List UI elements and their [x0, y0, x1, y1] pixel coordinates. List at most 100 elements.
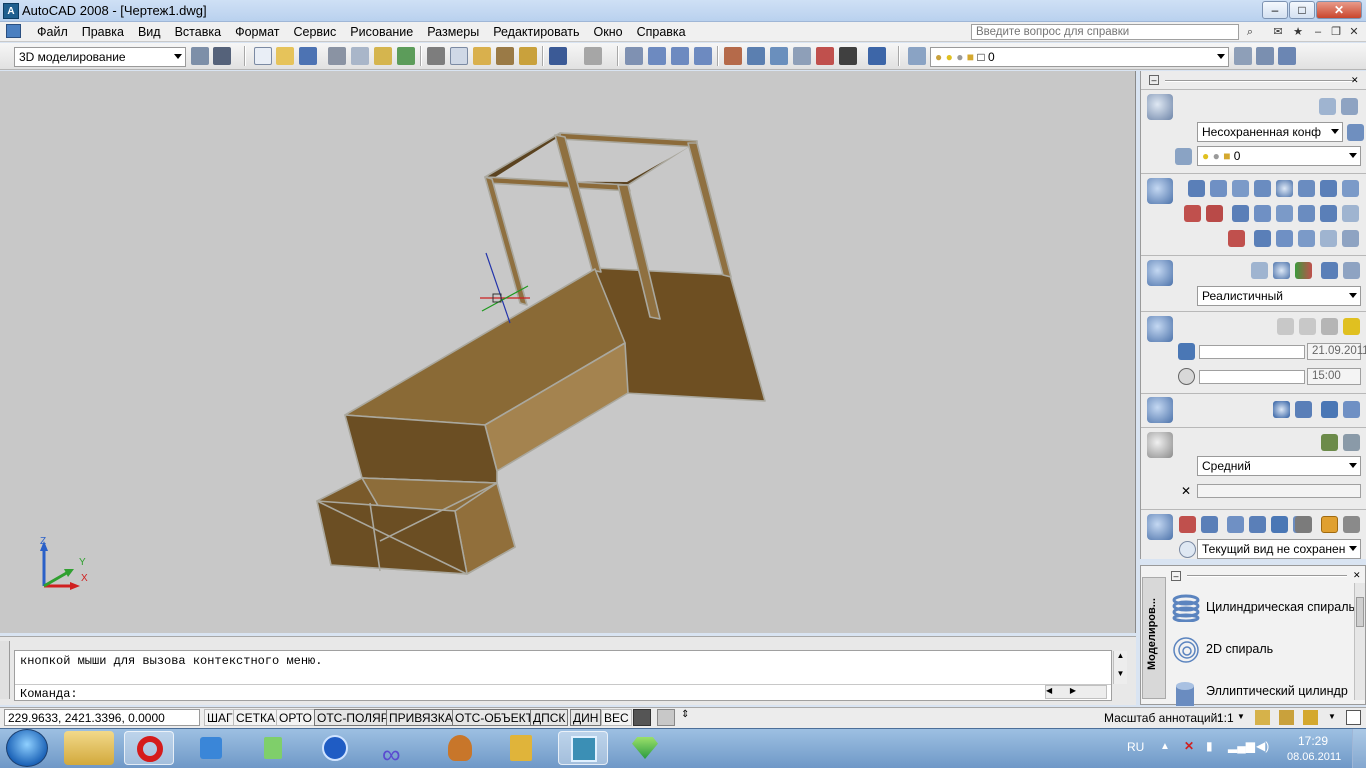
- layer-isolate-icon[interactable]: [1278, 47, 1296, 65]
- workspace-save-icon[interactable]: [213, 47, 231, 65]
- coordinates-display[interactable]: 229.9633, 2421.3396, 0.0000: [4, 709, 200, 726]
- open-file-icon[interactable]: [276, 47, 294, 65]
- tool-elliptic-cylinder[interactable]: Эллиптический цилиндр: [1170, 676, 1350, 706]
- 3d-dwf-icon[interactable]: [397, 47, 415, 65]
- presspull-icon[interactable]: [1254, 205, 1271, 222]
- layer-previous-icon[interactable]: [1256, 47, 1274, 65]
- zoom-3d-icon[interactable]: [1201, 516, 1218, 533]
- menu-draw[interactable]: Рисование: [343, 22, 420, 42]
- doc-minimize-button[interactable]: –: [1310, 24, 1326, 40]
- toolbar-lock-icon[interactable]: [1303, 710, 1318, 725]
- perspective-projection-icon[interactable]: [1343, 516, 1360, 533]
- command-hscrollbar[interactable]: ◀ ▶: [1045, 685, 1107, 699]
- infinity-taskbar-icon[interactable]: ∞: [372, 731, 422, 768]
- tray-expand-icon[interactable]: ▲: [1160, 741, 1170, 752]
- flask-taskbar-icon[interactable]: [248, 731, 298, 765]
- menu-window[interactable]: Окно: [587, 22, 630, 42]
- layer-states-manager-icon[interactable]: [1347, 124, 1364, 141]
- command-window[interactable]: кнопкой мыши для вызова контекстного мен…: [14, 650, 1127, 701]
- sweep-icon[interactable]: [1298, 205, 1315, 222]
- navigation-panel-icon[interactable]: [1147, 514, 1173, 540]
- make-current-layer-icon[interactable]: [1234, 47, 1252, 65]
- visual-style-select[interactable]: Реалистичный: [1197, 286, 1361, 306]
- osnap-toggle[interactable]: ПРИВЯЗКА: [386, 709, 456, 726]
- minimize-button[interactable]: –: [1262, 1, 1288, 19]
- doc-restore-button[interactable]: ❐: [1328, 24, 1344, 40]
- print-icon[interactable]: [328, 47, 346, 65]
- properties-icon[interactable]: [724, 47, 742, 65]
- wedge-icon[interactable]: [1232, 180, 1249, 197]
- layer-states-icon[interactable]: [1319, 98, 1336, 115]
- layout-switch-icon[interactable]: ⇕: [681, 709, 689, 720]
- undo-icon[interactable]: [549, 47, 567, 65]
- signal-icon[interactable]: ▂▄▆: [1228, 739, 1255, 753]
- match-properties-icon[interactable]: [496, 47, 514, 65]
- command-grip[interactable]: [0, 641, 10, 699]
- walk-icon[interactable]: [1271, 516, 1288, 533]
- menu-view[interactable]: Вид: [131, 22, 168, 42]
- pan-icon[interactable]: [625, 47, 643, 65]
- grid-toggle[interactable]: СЕТКА: [233, 709, 278, 726]
- ortho-toggle[interactable]: ОРТО: [276, 709, 315, 726]
- tool-palette-collapse-button[interactable]: –: [1171, 571, 1181, 581]
- menu-help[interactable]: Справка: [630, 22, 693, 42]
- layers-icon[interactable]: [908, 47, 926, 65]
- zoom-window-icon[interactable]: [671, 47, 689, 65]
- doc-close-button[interactable]: ✕: [1346, 24, 1362, 40]
- language-indicator[interactable]: RU: [1127, 740, 1144, 754]
- block-editor-icon[interactable]: [519, 47, 537, 65]
- zoom-previous-icon[interactable]: [694, 47, 712, 65]
- help-search-input[interactable]: [971, 24, 1239, 40]
- auto-scale-icon[interactable]: [1279, 710, 1294, 725]
- render-quality-select[interactable]: Средний: [1197, 456, 1361, 476]
- time-slider[interactable]: [1199, 370, 1305, 384]
- new-file-icon[interactable]: [254, 47, 272, 65]
- menu-dimension[interactable]: Размеры: [420, 22, 486, 42]
- planar-surface-icon[interactable]: [1342, 205, 1359, 222]
- render-cancel-icon[interactable]: ✕: [1181, 484, 1191, 498]
- slice-icon[interactable]: [1320, 230, 1337, 247]
- volume-icon[interactable]: ◀): [1256, 739, 1269, 753]
- viewport-max-icon[interactable]: [657, 709, 675, 726]
- helmet-taskbar-icon[interactable]: [434, 731, 484, 765]
- face-style-icon[interactable]: [1343, 262, 1360, 279]
- dyn-toggle[interactable]: ДИН: [570, 709, 602, 726]
- annotation-visibility-icon[interactable]: [1255, 710, 1270, 725]
- clock-date[interactable]: 08.06.2011: [1287, 751, 1341, 763]
- document-icon[interactable]: [6, 24, 21, 38]
- lineweight-toggle[interactable]: ВЕС: [601, 709, 632, 726]
- layer-select[interactable]: ● ● ● ■ □ 0: [930, 47, 1229, 67]
- revolve-icon[interactable]: [1276, 205, 1293, 222]
- conceptual-style-icon[interactable]: [1295, 262, 1312, 279]
- pyramid-icon[interactable]: [1320, 180, 1337, 197]
- palette-collapse-button[interactable]: –: [1149, 75, 1159, 85]
- extrude-icon[interactable]: [1232, 205, 1249, 222]
- material-editor-icon[interactable]: [1343, 401, 1360, 418]
- layer-state-select[interactable]: Несохраненная конф: [1197, 122, 1343, 142]
- clock-time[interactable]: 17:29: [1298, 734, 1328, 748]
- orbit-icon[interactable]: [1227, 516, 1244, 533]
- clock-icon[interactable]: [1178, 368, 1195, 385]
- start-button[interactable]: [6, 729, 48, 767]
- workspace-select[interactable]: 3D моделирование: [14, 47, 186, 67]
- autocad-app-icon[interactable]: A: [3, 3, 19, 19]
- command-prompt[interactable]: Команда:: [20, 687, 78, 701]
- app-taskbar-icon[interactable]: [186, 731, 236, 765]
- menu-modify[interactable]: Редактировать: [486, 22, 586, 42]
- workspace-settings-icon[interactable]: [191, 47, 209, 65]
- palette-layer-select[interactable]: ● ● ■ 0: [1197, 146, 1361, 166]
- lightning-taskbar-icon[interactable]: [310, 731, 360, 765]
- tool-palettes-icon[interactable]: [770, 47, 788, 65]
- 2d-wireframe-icon[interactable]: [1251, 262, 1268, 279]
- explorer-taskbar-icon[interactable]: [64, 731, 114, 765]
- 3d-rotate-icon[interactable]: [1206, 205, 1223, 222]
- view-back-icon[interactable]: [1179, 541, 1196, 558]
- communication-center-icon[interactable]: ✉: [1270, 24, 1286, 40]
- box-solid-icon[interactable]: [1210, 180, 1227, 197]
- lights-panel-icon[interactable]: [1147, 316, 1173, 342]
- realistic-style-icon[interactable]: [1273, 262, 1290, 279]
- box-icon[interactable]: [1188, 180, 1205, 197]
- chevron-down-icon[interactable]: ▼: [1237, 712, 1245, 721]
- date-field[interactable]: 21.09.2011: [1307, 343, 1366, 360]
- union-icon[interactable]: [1254, 230, 1271, 247]
